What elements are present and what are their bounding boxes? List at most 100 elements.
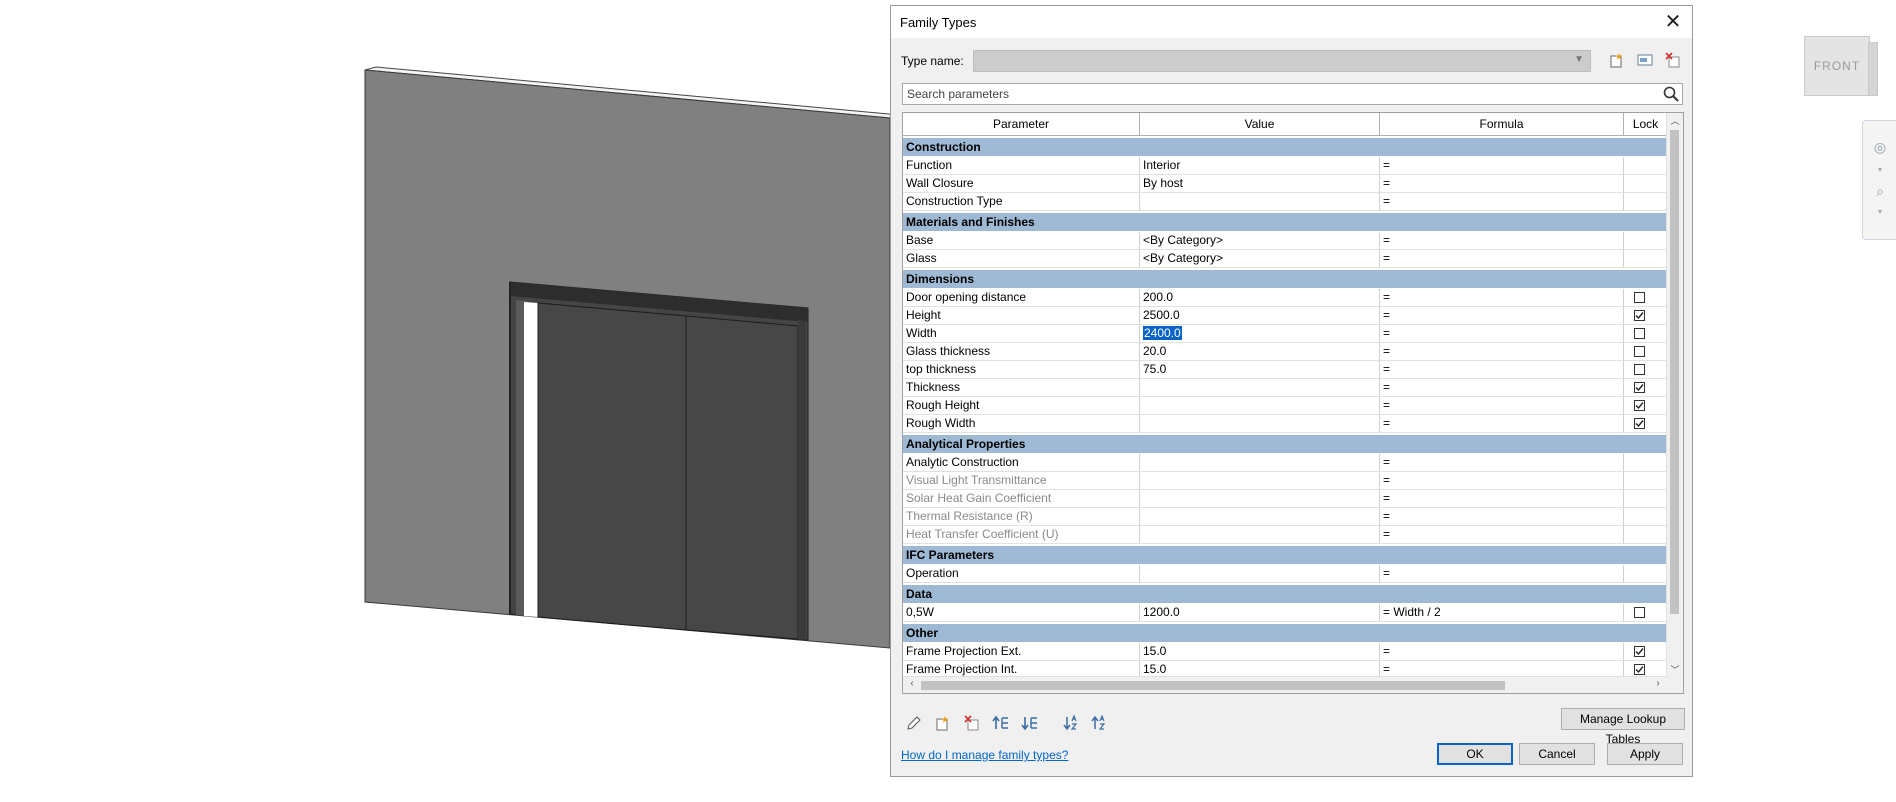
lock-checkbox[interactable] bbox=[1634, 310, 1645, 321]
parameter-row[interactable]: Height 2500.0 = bbox=[903, 307, 1667, 325]
parameter-value-cell[interactable]: 2500.0 bbox=[1140, 307, 1380, 325]
parameter-formula[interactable]: = bbox=[1380, 157, 1624, 175]
parameter-formula[interactable]: = bbox=[1380, 643, 1624, 661]
parameter-row[interactable]: Glass thickness 20.0 = bbox=[903, 343, 1667, 361]
chevron-down-icon[interactable]: ▾ bbox=[1875, 207, 1885, 216]
parameter-row[interactable]: Rough Height = bbox=[903, 397, 1667, 415]
lock-checkbox[interactable] bbox=[1634, 400, 1645, 411]
parameter-formula[interactable]: = bbox=[1380, 175, 1624, 193]
dialog-titlebar[interactable]: Family Types ✕ bbox=[891, 6, 1692, 38]
parameter-row[interactable]: Wall Closure By host = bbox=[903, 175, 1667, 193]
horizontal-scroll-thumb[interactable] bbox=[921, 681, 1505, 690]
help-link[interactable]: How do I manage family types? bbox=[901, 748, 1068, 762]
manage-lookup-tables-button[interactable]: Manage Lookup Tables bbox=[1561, 708, 1685, 746]
parameter-value-cell[interactable] bbox=[1140, 454, 1380, 472]
rename-type-icon[interactable] bbox=[1635, 52, 1655, 72]
lock-checkbox[interactable] bbox=[1634, 382, 1645, 393]
parameter-row[interactable]: Rough Width = bbox=[903, 415, 1667, 433]
section-header[interactable]: Other bbox=[903, 624, 1667, 642]
viewcube-side-face[interactable] bbox=[1868, 42, 1878, 96]
parameter-value-cell[interactable]: 20.0 bbox=[1140, 343, 1380, 361]
section-header[interactable]: Construction bbox=[903, 138, 1667, 156]
lock-checkbox[interactable] bbox=[1634, 664, 1645, 675]
delete-parameter-icon[interactable] bbox=[961, 715, 983, 737]
parameter-row[interactable]: Glass <By Category> = bbox=[903, 250, 1667, 268]
parameter-row[interactable]: 0,5W 1200.0 = Width / 2 bbox=[903, 604, 1667, 622]
parameter-value-cell[interactable]: 75.0 bbox=[1140, 361, 1380, 379]
scroll-up-icon[interactable]: ︿ bbox=[1667, 114, 1683, 128]
parameter-row[interactable]: Door opening distance 200.0 = bbox=[903, 289, 1667, 307]
search-icon[interactable] bbox=[1662, 85, 1680, 103]
horizontal-scrollbar[interactable]: ‹ › bbox=[903, 676, 1667, 693]
parameter-row[interactable]: Base <By Category> = bbox=[903, 232, 1667, 250]
search-parameters-field[interactable] bbox=[902, 83, 1683, 105]
parameter-row[interactable]: Thickness = bbox=[903, 379, 1667, 397]
parameter-value-cell[interactable]: <By Category> bbox=[1140, 232, 1380, 250]
parameter-value-cell[interactable] bbox=[1140, 397, 1380, 415]
lock-checkbox[interactable] bbox=[1634, 292, 1645, 303]
parameter-row[interactable]: Solar Heat Gain Coefficient = bbox=[903, 490, 1667, 508]
parameter-value-cell[interactable]: By host bbox=[1140, 175, 1380, 193]
section-header[interactable]: Analytical Properties bbox=[903, 435, 1667, 453]
move-parameter-down-icon[interactable] bbox=[1019, 715, 1041, 737]
parameter-formula[interactable]: = bbox=[1380, 289, 1624, 307]
steering-wheel-icon[interactable]: ◎ bbox=[1870, 139, 1890, 157]
viewcube-front-face[interactable]: FRONT bbox=[1804, 36, 1870, 96]
parameter-row[interactable]: Heat Transfer Coefficient (U) = bbox=[903, 526, 1667, 544]
section-header[interactable]: Materials and Finishes bbox=[903, 213, 1667, 231]
chevron-down-icon[interactable]: ▾ bbox=[1875, 165, 1885, 174]
new-type-icon[interactable] bbox=[1607, 52, 1627, 72]
view-cube[interactable]: FRONT bbox=[1800, 30, 1878, 100]
parameter-value-cell[interactable] bbox=[1140, 193, 1380, 211]
close-button[interactable]: ✕ bbox=[1660, 9, 1686, 35]
type-name-dropdown[interactable]: ▼ bbox=[973, 50, 1591, 72]
parameter-value-cell[interactable] bbox=[1140, 508, 1380, 526]
delete-type-icon[interactable] bbox=[1663, 52, 1683, 72]
move-parameter-up-icon[interactable] bbox=[990, 715, 1012, 737]
parameter-row[interactable]: Function Interior = bbox=[903, 157, 1667, 175]
parameter-value-cell[interactable] bbox=[1140, 415, 1380, 433]
parameter-formula[interactable]: = bbox=[1380, 508, 1624, 526]
cancel-button[interactable]: Cancel bbox=[1519, 743, 1595, 765]
column-header-lock[interactable]: Lock bbox=[1624, 113, 1667, 135]
scroll-right-icon[interactable]: › bbox=[1651, 678, 1665, 692]
lock-checkbox[interactable] bbox=[1634, 346, 1645, 357]
parameter-formula[interactable]: = bbox=[1380, 250, 1624, 268]
parameter-value-cell[interactable] bbox=[1140, 490, 1380, 508]
vertical-scroll-thumb[interactable] bbox=[1670, 130, 1679, 614]
parameter-row[interactable]: Visual Light Transmittance = bbox=[903, 472, 1667, 490]
parameter-value-cell[interactable] bbox=[1140, 526, 1380, 544]
parameter-row[interactable]: top thickness 75.0 = bbox=[903, 361, 1667, 379]
column-header-value[interactable]: Value bbox=[1140, 113, 1380, 135]
parameter-row[interactable]: Construction Type = bbox=[903, 193, 1667, 211]
parameter-formula[interactable]: = bbox=[1380, 361, 1624, 379]
edit-parameter-icon[interactable] bbox=[903, 715, 925, 737]
lock-checkbox[interactable] bbox=[1634, 328, 1645, 339]
lock-checkbox[interactable] bbox=[1634, 646, 1645, 657]
parameter-formula[interactable]: = Width / 2 bbox=[1380, 604, 1624, 622]
sort-ascending-icon[interactable] bbox=[1061, 714, 1083, 737]
parameter-formula[interactable]: = bbox=[1380, 454, 1624, 472]
lock-checkbox[interactable] bbox=[1634, 607, 1645, 618]
search-input[interactable] bbox=[905, 85, 1647, 103]
parameter-value-cell[interactable] bbox=[1140, 565, 1380, 583]
parameter-formula[interactable]: = bbox=[1380, 490, 1624, 508]
parameter-formula[interactable]: = bbox=[1380, 193, 1624, 211]
new-parameter-icon[interactable] bbox=[932, 715, 954, 737]
section-header[interactable]: IFC Parameters bbox=[903, 546, 1667, 564]
parameter-formula[interactable]: = bbox=[1380, 325, 1624, 343]
parameter-formula[interactable]: = bbox=[1380, 526, 1624, 544]
parameter-formula[interactable]: = bbox=[1380, 472, 1624, 490]
parameter-value-cell[interactable]: 2400.0 bbox=[1140, 325, 1380, 343]
parameter-formula[interactable]: = bbox=[1380, 397, 1624, 415]
lock-checkbox[interactable] bbox=[1634, 418, 1645, 429]
parameter-value-cell[interactable]: 200.0 bbox=[1140, 289, 1380, 307]
sort-descending-icon[interactable] bbox=[1089, 714, 1111, 737]
parameter-formula[interactable]: = bbox=[1380, 565, 1624, 583]
parameter-formula[interactable]: = bbox=[1380, 415, 1624, 433]
parameter-row[interactable]: Frame Projection Ext. 15.0 = bbox=[903, 643, 1667, 661]
column-header-formula[interactable]: Formula bbox=[1380, 113, 1624, 135]
zoom-icon[interactable]: ⌕ bbox=[1870, 183, 1890, 201]
apply-button[interactable]: Apply bbox=[1607, 743, 1683, 765]
parameter-value-cell[interactable] bbox=[1140, 379, 1380, 397]
